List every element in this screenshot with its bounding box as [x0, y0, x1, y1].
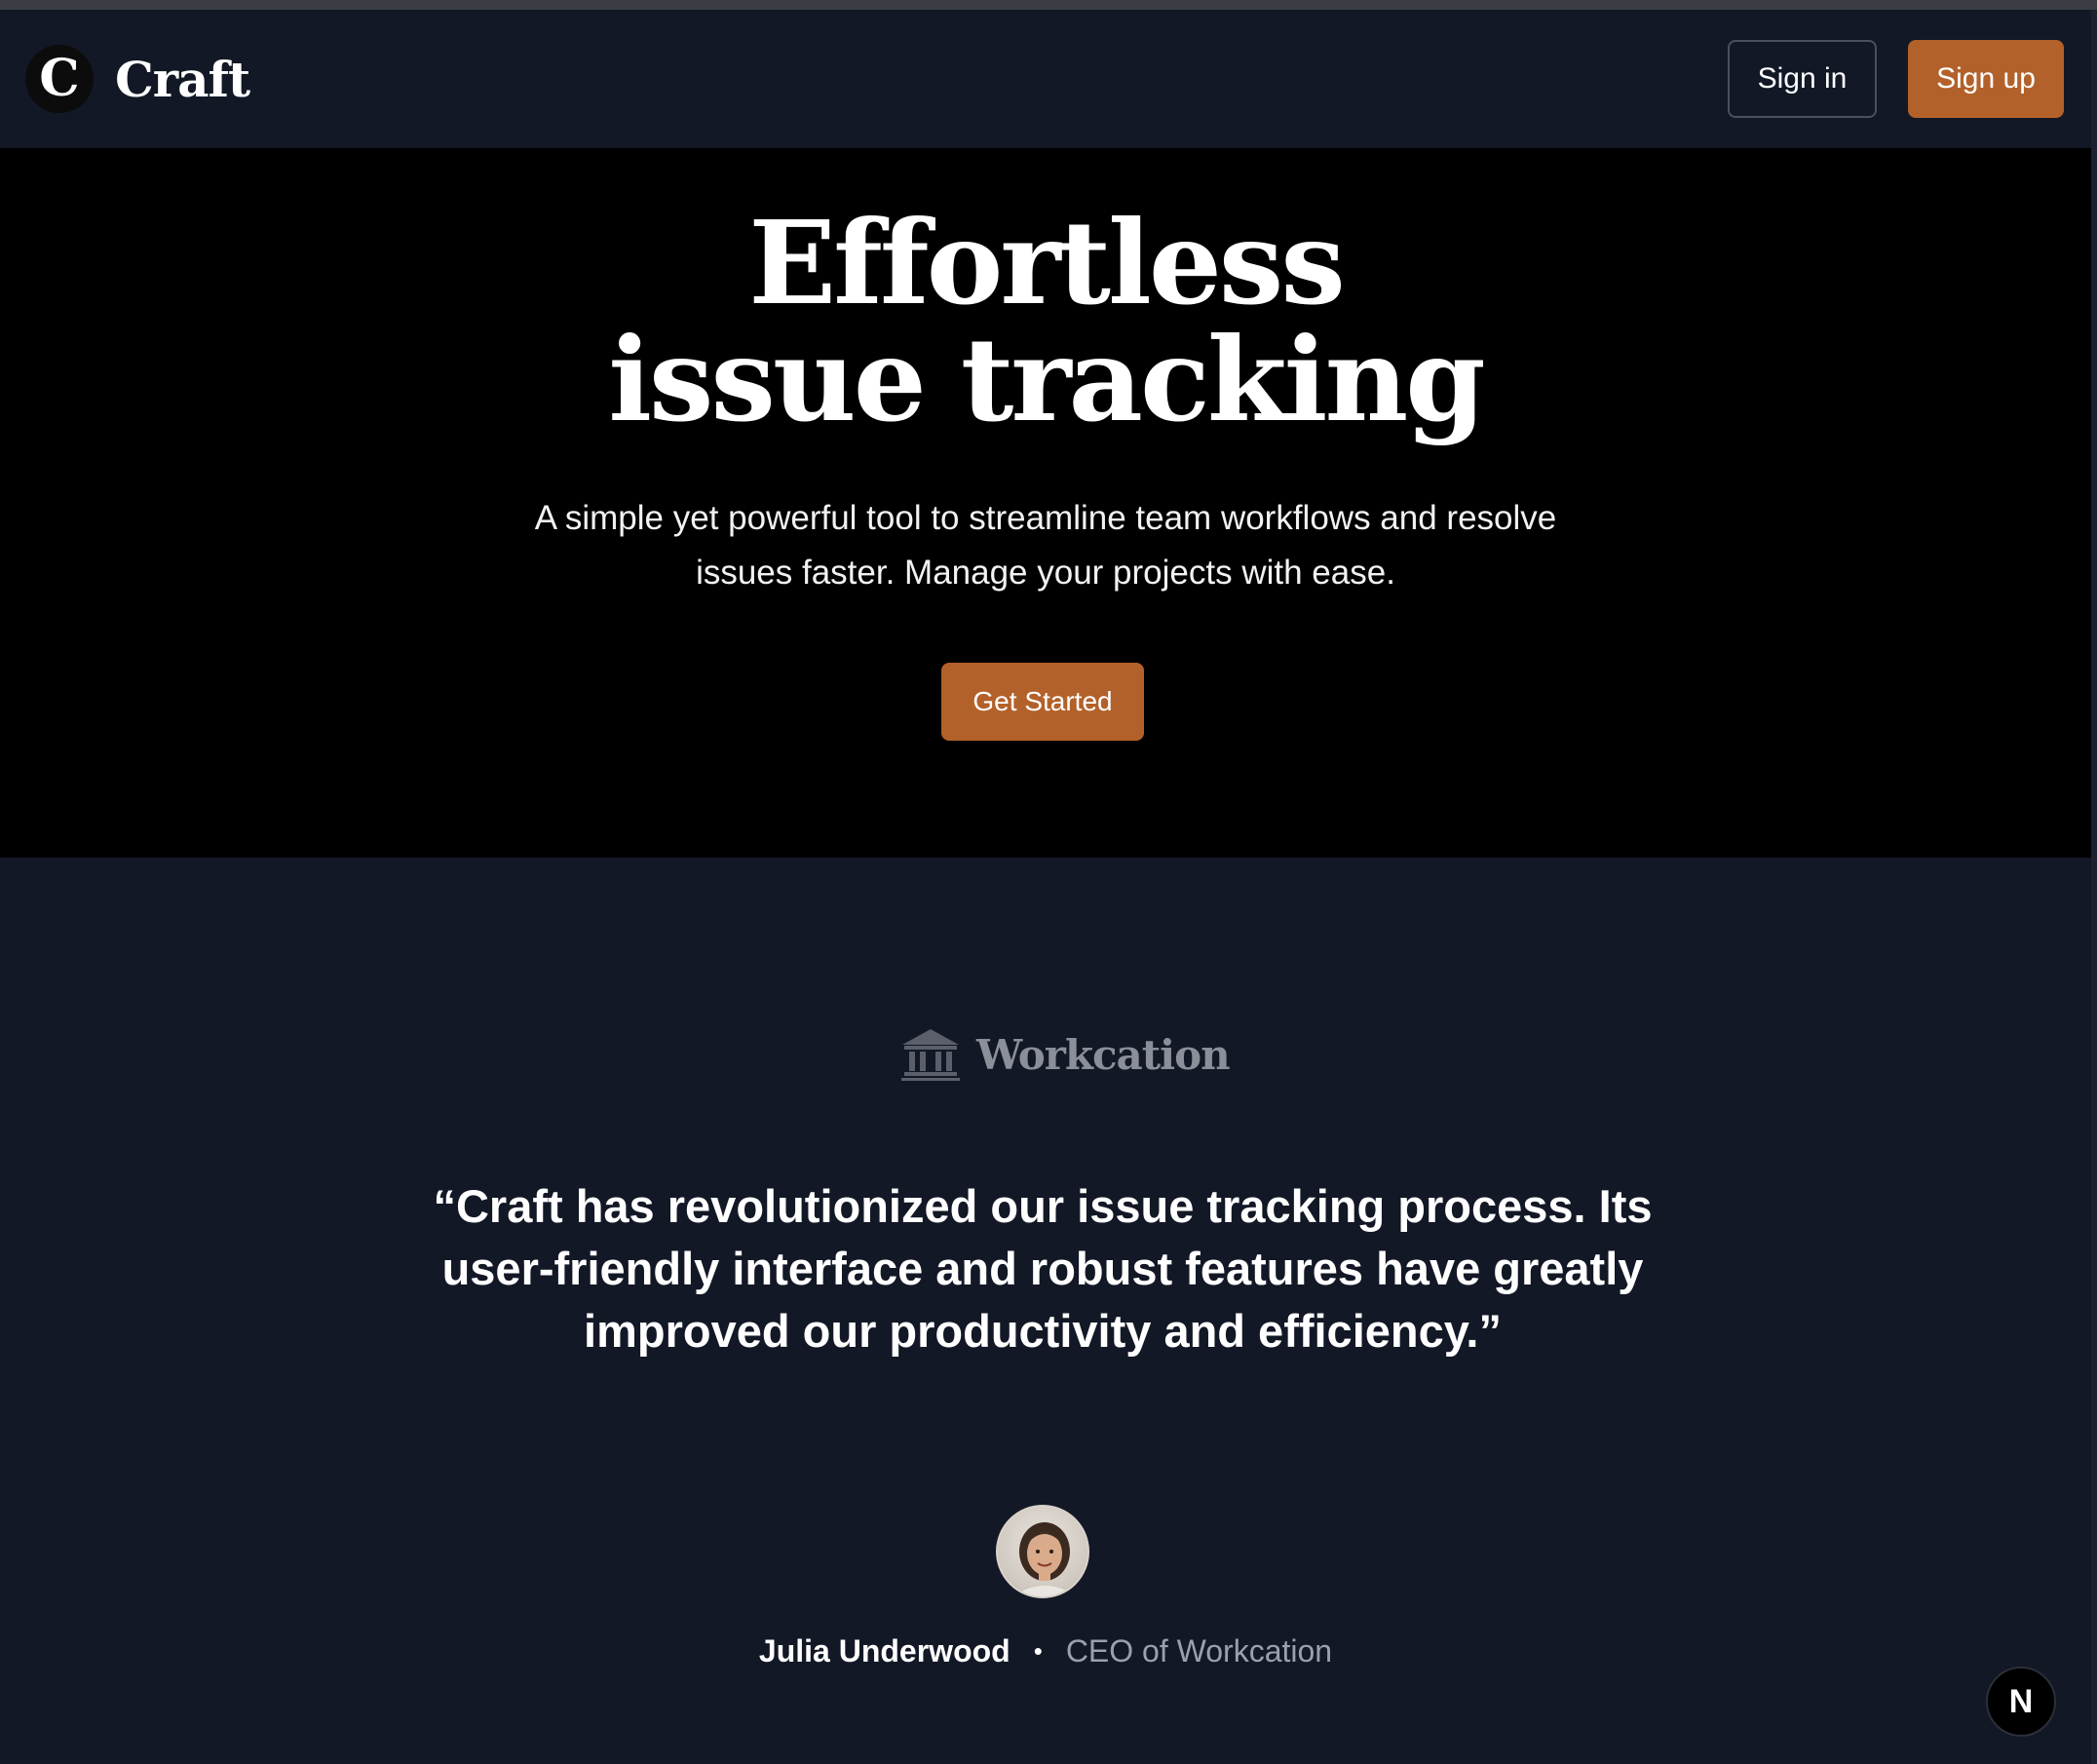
hero-title: Effortless issue tracking: [0, 205, 2091, 439]
author-name: Julia Underwood: [758, 1633, 1010, 1668]
nextjs-dev-badge[interactable]: N: [1986, 1667, 2056, 1737]
author-role: CEO of Workcation: [1065, 1633, 1333, 1668]
testimonial-quote: “Craft has revolutionized our issue trac…: [433, 1180, 1653, 1357]
hero-subtitle-line-1: A simple yet powerful tool to streamline…: [534, 499, 1557, 537]
avatar-portrait-icon: [1012, 1522, 1077, 1596]
hero-subtitle: A simple yet powerful tool to streamline…: [510, 491, 1582, 600]
author-separator: •: [1033, 1636, 1043, 1666]
get-started-button[interactable]: Get Started: [941, 663, 1144, 741]
browser-top-strip: [0, 0, 2097, 10]
sign-in-button[interactable]: Sign in: [1728, 40, 1877, 118]
brand-logo[interactable]: C Craft: [25, 45, 250, 113]
hero-title-line-2: issue tracking: [608, 312, 1486, 447]
company-logo: Workcation: [900, 1027, 1231, 1082]
sign-up-button[interactable]: Sign up: [1908, 40, 2064, 118]
hero-subtitle-line-2: issues faster. Manage your projects with…: [696, 554, 1395, 592]
brand-name: Craft: [115, 50, 250, 108]
hero-section: Effortless issue tracking A simple yet p…: [0, 148, 2091, 858]
logo-icon: C: [25, 45, 94, 113]
avatar: [996, 1505, 1089, 1598]
hero-title-line-1: Effortless: [748, 195, 1346, 330]
bank-icon: [901, 1029, 960, 1081]
site-header: C Craft Sign in Sign up: [0, 10, 2091, 148]
company-name: Workcation: [976, 1030, 1231, 1079]
scrollbar-track[interactable]: [2091, 10, 2097, 1764]
testimonial-author: Julia Underwood • CEO of Workcation: [0, 1633, 2091, 1669]
